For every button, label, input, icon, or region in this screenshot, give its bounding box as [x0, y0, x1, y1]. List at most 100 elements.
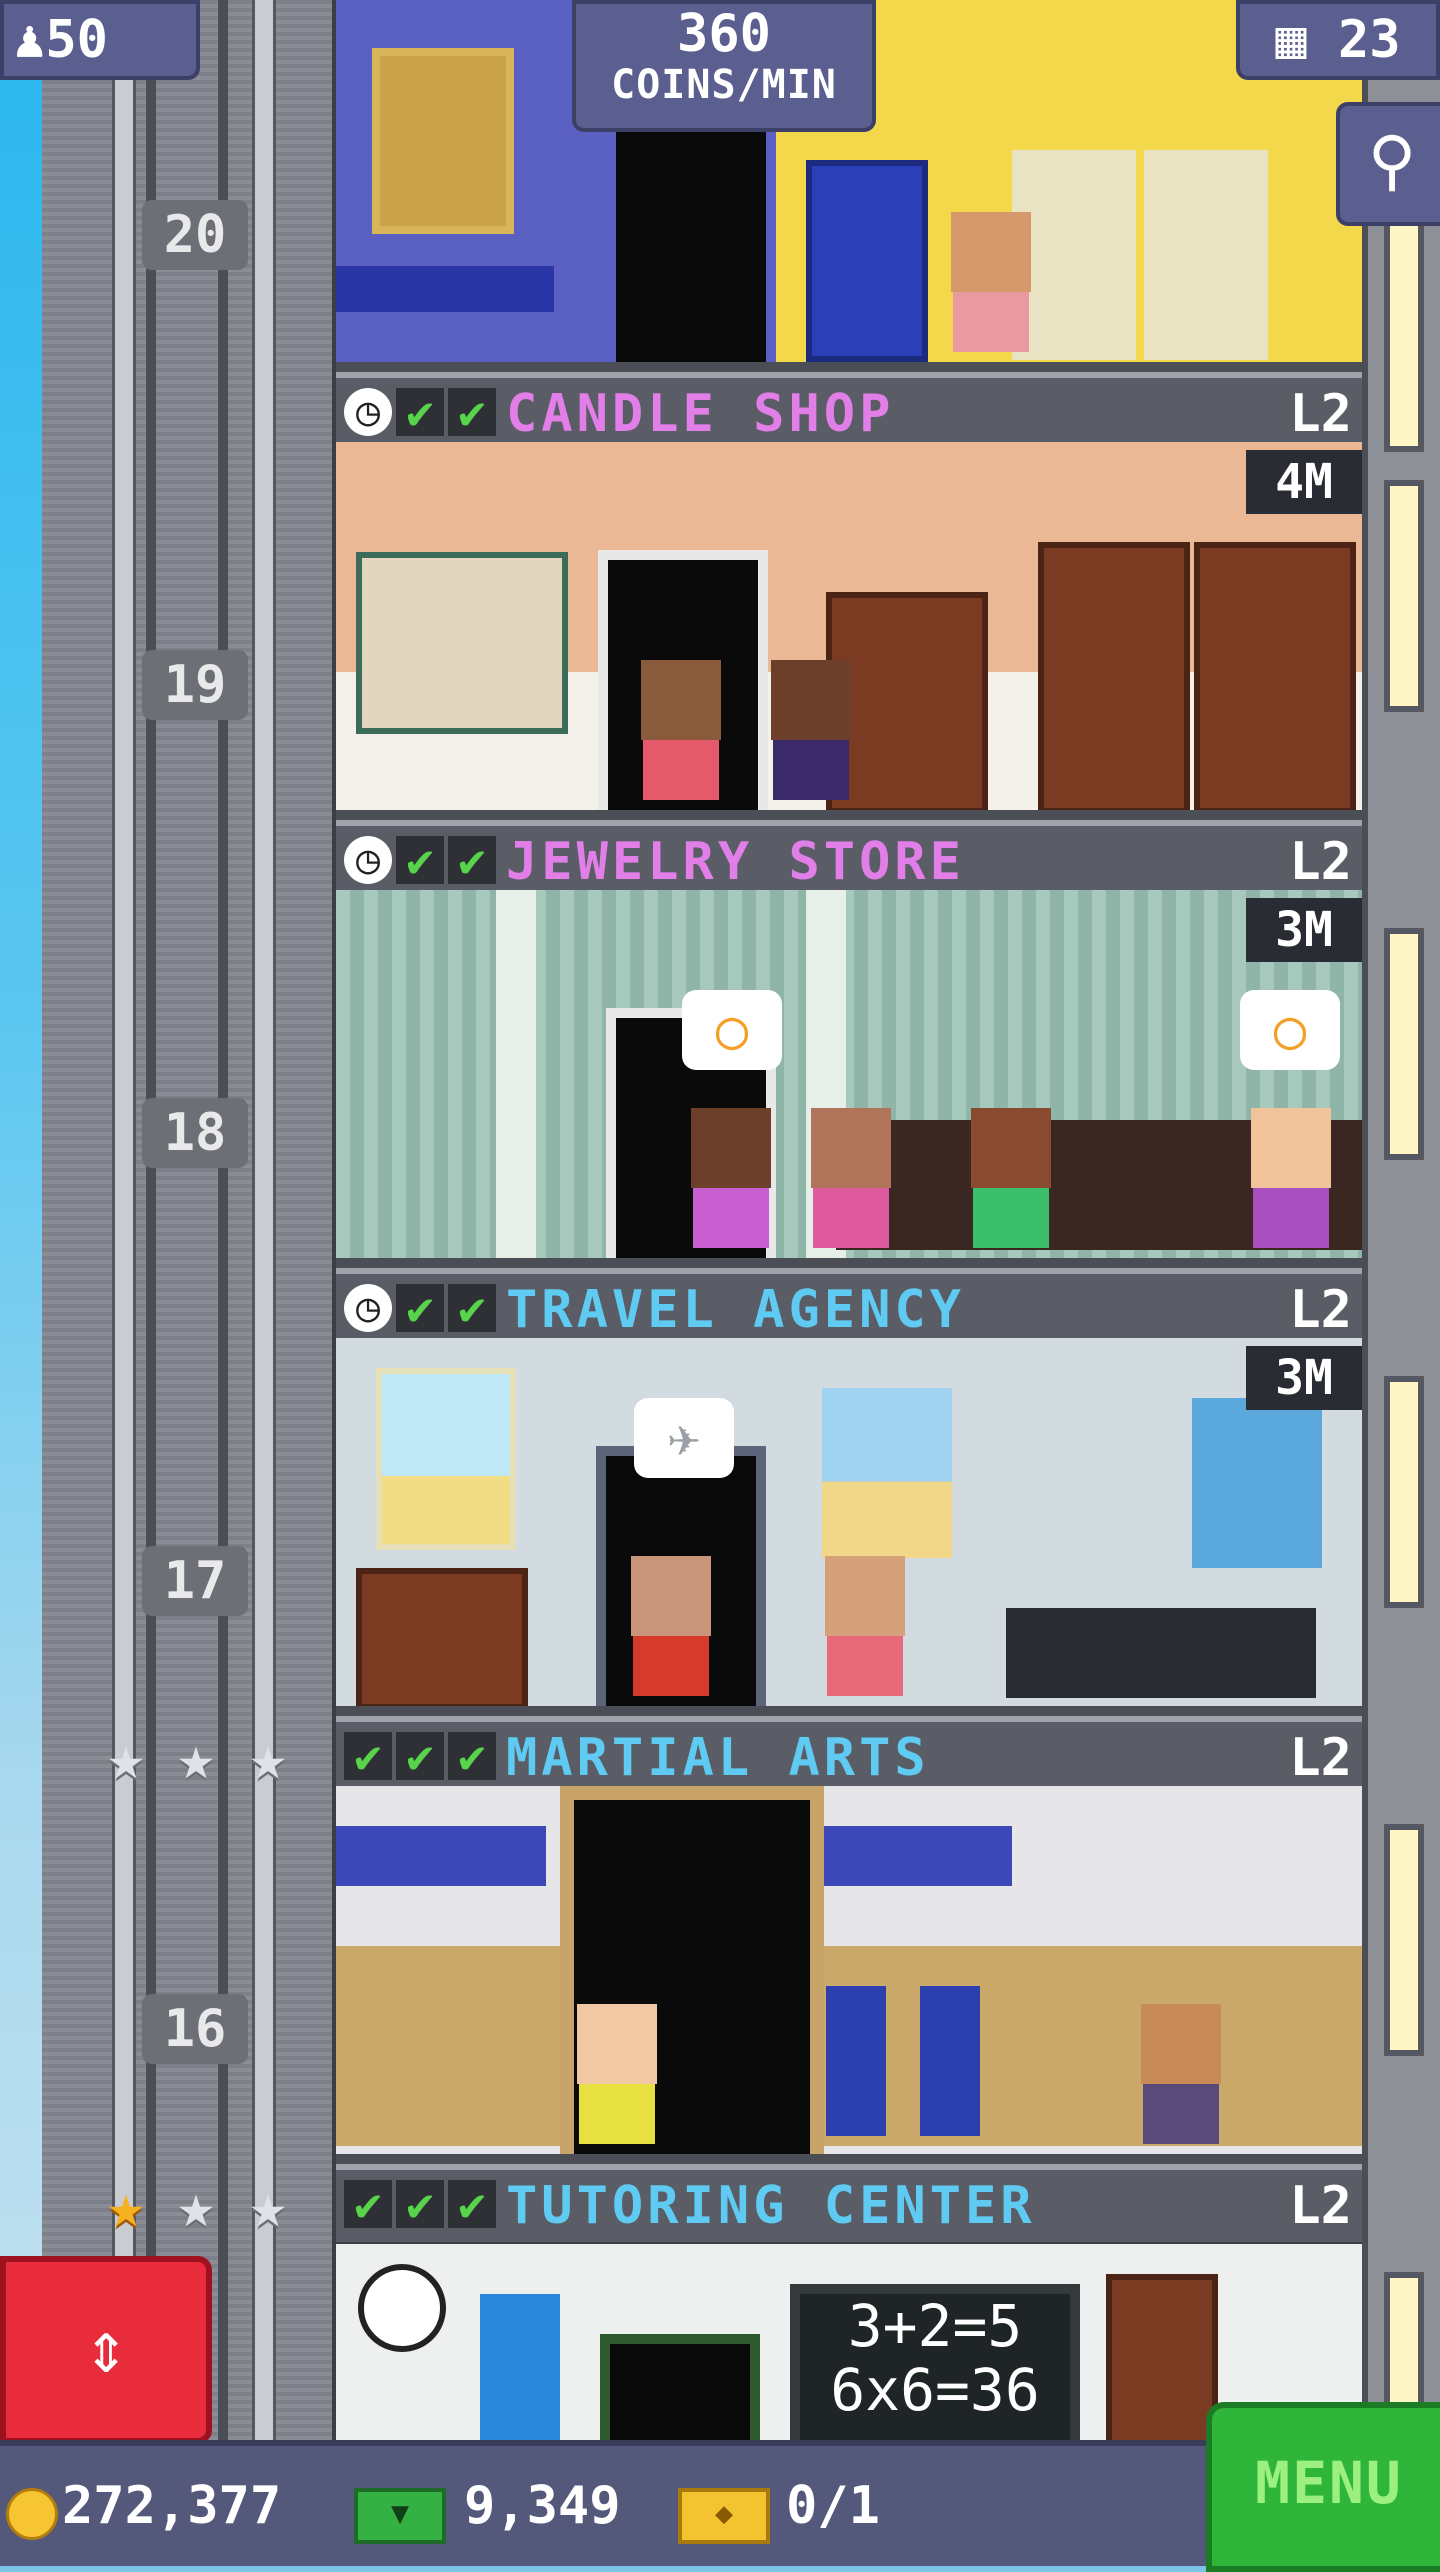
floor-level: L2 [1289, 2176, 1352, 2236]
display-shelf [356, 552, 568, 734]
floor-number-label: 20 [142, 200, 248, 270]
restock-timer: 4M [1246, 450, 1362, 514]
visitor[interactable] [966, 1108, 1056, 1258]
tower-window [1384, 480, 1424, 712]
floor-count-value: 23 [1338, 10, 1401, 70]
check-icon: ✔ [448, 388, 496, 436]
coin-icon [6, 2488, 58, 2540]
punching-bag [826, 1986, 886, 2136]
coins-per-min-unit: COINS/MIN [611, 62, 837, 108]
door [606, 102, 776, 362]
plane-request-bubble: ✈ [634, 1398, 734, 1478]
portrait [372, 48, 514, 234]
elevator-cable [218, 0, 228, 2440]
room-interior [336, 1786, 1362, 2164]
floor-17[interactable]: ◷ ✔ ✔ TRAVEL AGENCY L2 3M ✈ [336, 1268, 1362, 1716]
population-counter[interactable]: ♟50 [0, 0, 200, 80]
visitor[interactable] [806, 1108, 896, 1258]
golden-ticket-icon: ◆ [678, 2488, 770, 2544]
bux-icon: ▼ [354, 2488, 446, 2544]
menu-button[interactable]: MENU [1206, 2402, 1440, 2572]
chalkboard: 3+2=5 6x6=36 [790, 2284, 1080, 2440]
restock-timer: 3M [1246, 1346, 1362, 1410]
bux-value: 9,349 [464, 2476, 621, 2536]
ring-request-bubble: ○ [1240, 990, 1340, 1070]
sky [0, 0, 42, 2560]
floor-name: CANDLE SHOP [506, 384, 895, 444]
search-button[interactable]: ⚲ [1336, 102, 1440, 226]
star-icon: ★ [107, 1721, 145, 1794]
poster-beach [822, 1388, 952, 1558]
visitor[interactable] [1246, 1108, 1336, 1258]
check-icon: ✔ [396, 1284, 444, 1332]
visitor[interactable] [1136, 2004, 1226, 2154]
floor-19[interactable]: ◷ ✔ ✔ CANDLE SHOP L2 4M [336, 372, 1362, 820]
star-icon: ★ [249, 2169, 287, 2242]
visitor[interactable] [636, 660, 726, 810]
poster-apple [480, 2294, 560, 2440]
arcade-machine [806, 160, 928, 362]
brochure-rack [356, 1568, 528, 1706]
desk [1006, 1608, 1316, 1698]
banner [802, 1826, 1012, 1886]
candle-shelf [1038, 542, 1190, 810]
floor-name: MARTIAL ARTS [506, 1728, 930, 1788]
chalkboard-line: 3+2=5 [847, 2292, 1023, 2360]
elevator-rail [112, 0, 136, 2440]
floor-name-bar[interactable]: ✔ ✔ ✔ TUTORING CENTER L2 [336, 2164, 1362, 2248]
floors-icon: ▦ [1275, 10, 1307, 70]
floor-18[interactable]: ◷ ✔ ✔ JEWELRY STORE L2 3M ○ ○ [336, 820, 1362, 1268]
visitor[interactable] [686, 1108, 776, 1258]
visitor[interactable] [766, 660, 856, 810]
candle-shelf [1194, 542, 1356, 810]
search-icon: ⚲ [1367, 122, 1417, 199]
floor-16[interactable]: ✔ ✔ ✔ MARTIAL ARTS L2 [336, 1716, 1362, 2164]
coins-per-min-value: 360 [677, 4, 771, 64]
check-icon: ✔ [448, 1732, 496, 1780]
floor-number-label: 17 [142, 1546, 248, 1616]
floor-name: JEWELRY STORE [506, 832, 965, 892]
golden-ticket-value: 0/1 [786, 2476, 880, 2536]
visitor[interactable] [626, 1556, 716, 1706]
visitor[interactable] [572, 2004, 662, 2154]
clock-icon: ◷ [344, 388, 392, 436]
check-icon: ✔ [448, 836, 496, 884]
floor-name: TUTORING CENTER [506, 2176, 1036, 2236]
floor-number-label: 18 [142, 1098, 248, 1168]
coins-value: 272,377 [62, 2476, 282, 2536]
tower-window [1384, 928, 1424, 1160]
population-value: 50 [45, 10, 108, 70]
bookshelf [1144, 150, 1268, 360]
restock-timer: 3M [1246, 898, 1362, 962]
door [600, 2334, 760, 2440]
visitor[interactable] [946, 212, 1036, 362]
punching-bag [920, 1986, 980, 2136]
floor-15[interactable]: ✔ ✔ ✔ TUTORING CENTER L2 3+2=5 6x6=36 [336, 2164, 1362, 2440]
elevator-cable [146, 0, 156, 2440]
person-icon: ♟ [14, 10, 46, 70]
clock-icon: ◷ [344, 1284, 392, 1332]
elevator-button[interactable]: ⇕ [0, 2256, 212, 2444]
check-icon: ✔ [396, 2180, 444, 2228]
check-icon: ✔ [344, 2180, 392, 2228]
floor-level: L2 [1289, 384, 1352, 444]
coins-per-min-panel[interactable]: 360 COINS/MIN [572, 0, 876, 132]
floor-number-label: 16 [142, 1994, 248, 2064]
star-icon: ★ [249, 1721, 287, 1794]
chalkboard-line: 6x6=36 [830, 2356, 1040, 2424]
check-icon: ✔ [448, 2180, 496, 2228]
wall-clock [358, 2264, 446, 2352]
bookshelf [1106, 2274, 1218, 2440]
check-icon: ✔ [344, 1732, 392, 1780]
room-interior [336, 442, 1362, 820]
floor-count-panel[interactable]: ▦ 23 [1236, 0, 1440, 80]
visitor[interactable] [820, 1556, 910, 1706]
star-icon: ★ [177, 2169, 215, 2242]
floor-level: L2 [1289, 1280, 1352, 1340]
ring-request-bubble: ○ [682, 990, 782, 1070]
banner [336, 1826, 546, 1886]
room-interior: ○ ○ [336, 890, 1362, 1268]
poster-cruise [376, 1368, 516, 1550]
elevator-shaft[interactable] [42, 0, 338, 2440]
floor-number-label: 19 [142, 650, 248, 720]
